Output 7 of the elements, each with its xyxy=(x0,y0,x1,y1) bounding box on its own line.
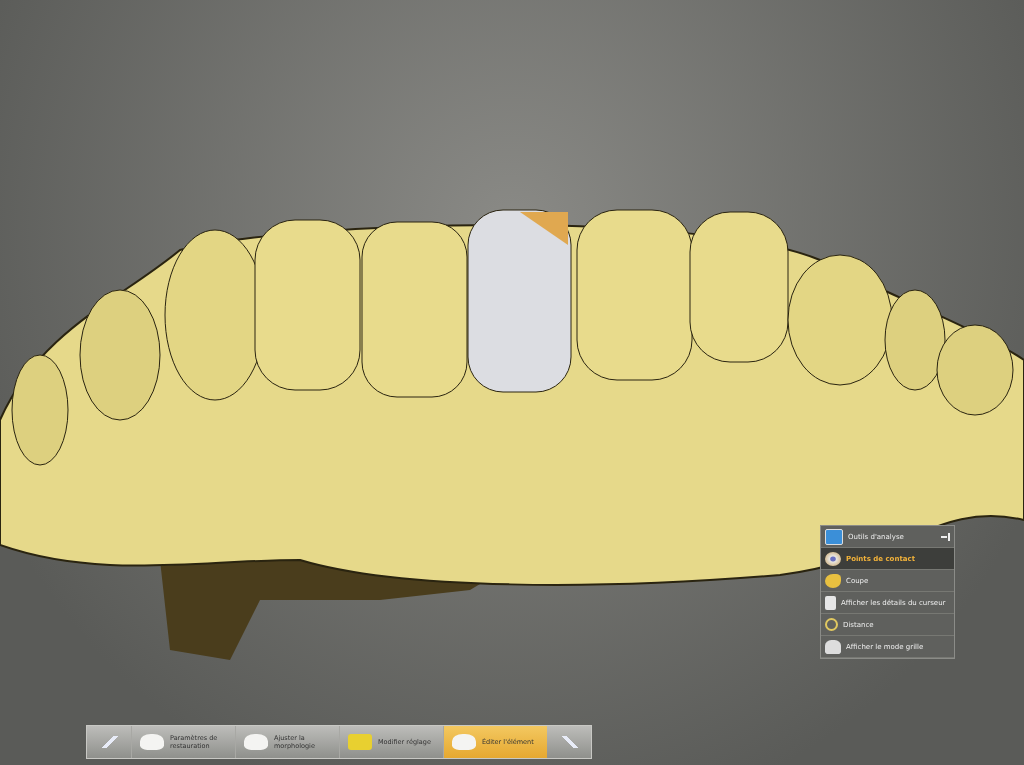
contact-points-icon xyxy=(825,551,841,566)
tray-icon xyxy=(348,734,372,750)
tooth-icon xyxy=(140,734,164,750)
tooth-icon xyxy=(452,734,476,750)
document-icon xyxy=(825,595,836,610)
tooth-icon xyxy=(244,734,268,750)
monitor-icon xyxy=(825,528,843,545)
